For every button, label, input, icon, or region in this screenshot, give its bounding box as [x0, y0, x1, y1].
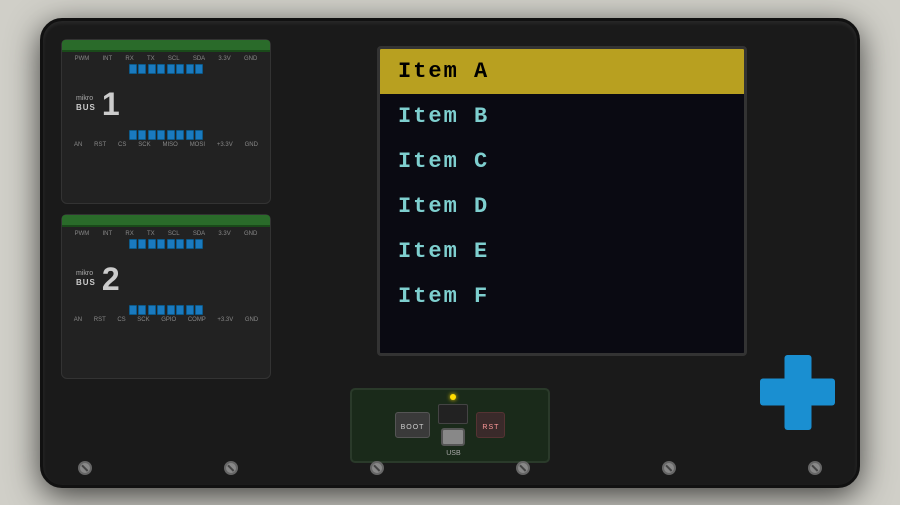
pin	[186, 239, 194, 249]
led-indicator	[450, 394, 456, 400]
bottom-board: BOOT USB RST	[350, 388, 550, 463]
rst-button[interactable]: RST	[476, 412, 505, 438]
menu-item-a[interactable]: Item A	[380, 49, 744, 94]
pin	[157, 239, 165, 249]
connector-bar-top-1	[62, 40, 270, 52]
dpad-center	[784, 379, 811, 406]
pin	[167, 305, 175, 315]
screw-6	[808, 461, 822, 475]
pin	[157, 305, 165, 315]
usb-label: USB	[446, 450, 460, 457]
pin	[167, 239, 175, 249]
screw-4	[516, 461, 530, 475]
menu-item-b[interactable]: Item B	[380, 94, 744, 139]
pin	[186, 64, 194, 74]
connector-bar-top-2	[62, 215, 270, 227]
pin	[176, 239, 184, 249]
pin	[186, 130, 194, 140]
pin-row-bottom-1	[68, 130, 264, 140]
pin	[138, 64, 146, 74]
pin	[129, 64, 137, 74]
bus-number-2: 2	[102, 263, 120, 295]
pin-labels-bottom-1: ANRSTCSSCKMISOMOSI+3.3VGND	[68, 142, 264, 148]
dpad-container	[760, 355, 835, 430]
screw-row	[78, 461, 822, 475]
screw-1	[78, 461, 92, 475]
bus-slot-1: PWMINTRXTXSCLSDA3.3VGND mikro BUS 1	[61, 39, 271, 204]
pin	[186, 305, 194, 315]
pin-row-top-2	[68, 239, 264, 249]
dpad-left[interactable]	[760, 379, 787, 406]
pin-row-bottom-2	[68, 305, 264, 315]
pin-labels-top-2: PWMINTRXTXSCLSDA3.3VGND	[68, 231, 264, 237]
bus-slot-2: PWMINTRXTXSCLSDA3.3VGND mikro BUS 2	[61, 214, 271, 379]
pin	[148, 239, 156, 249]
pin	[167, 130, 175, 140]
pin-row-top-1	[68, 64, 264, 74]
dpad-right[interactable]	[808, 379, 835, 406]
screw-3	[370, 461, 384, 475]
pin	[129, 239, 137, 249]
pin	[195, 239, 203, 249]
pin-labels-bottom-2: ANRSTCSSCKGPIOCOMP+3.3VGND	[68, 317, 264, 323]
device-frame: PWMINTRXTXSCLSDA3.3VGND mikro BUS 1	[40, 18, 860, 488]
pin	[138, 130, 146, 140]
pin	[176, 130, 184, 140]
pin	[148, 305, 156, 315]
pin	[129, 130, 137, 140]
pin	[157, 64, 165, 74]
left-panel: PWMINTRXTXSCLSDA3.3VGND mikro BUS 1	[61, 39, 271, 439]
pin	[176, 64, 184, 74]
pin	[148, 64, 156, 74]
menu-item-c[interactable]: Item C	[380, 139, 744, 184]
menu-item-e[interactable]: Item E	[380, 229, 744, 274]
pin	[138, 239, 146, 249]
pin	[129, 305, 137, 315]
pin	[157, 130, 165, 140]
pin	[176, 305, 184, 315]
screw-2	[224, 461, 238, 475]
menu-item-f[interactable]: Item F	[380, 274, 744, 319]
dpad-down[interactable]	[784, 403, 811, 430]
pin	[138, 305, 146, 315]
screen: Item A Item B Item C Item D Item E Item …	[377, 46, 747, 356]
pin-labels-top-1: PWMINTRXTXSCLSDA3.3VGND	[68, 56, 264, 62]
dpad-up[interactable]	[784, 355, 811, 382]
boot-button[interactable]: BOOT	[395, 412, 431, 438]
dpad[interactable]	[760, 355, 835, 430]
pin	[195, 130, 203, 140]
usb-port	[441, 428, 465, 446]
pin	[195, 64, 203, 74]
screen-content: Item A Item B Item C Item D Item E Item …	[380, 49, 744, 353]
pin	[148, 130, 156, 140]
pin	[167, 64, 175, 74]
menu-item-d[interactable]: Item D	[380, 184, 744, 229]
pin	[195, 305, 203, 315]
bus-number-1: 1	[102, 88, 120, 120]
screw-5	[662, 461, 676, 475]
board-chip	[438, 404, 468, 424]
